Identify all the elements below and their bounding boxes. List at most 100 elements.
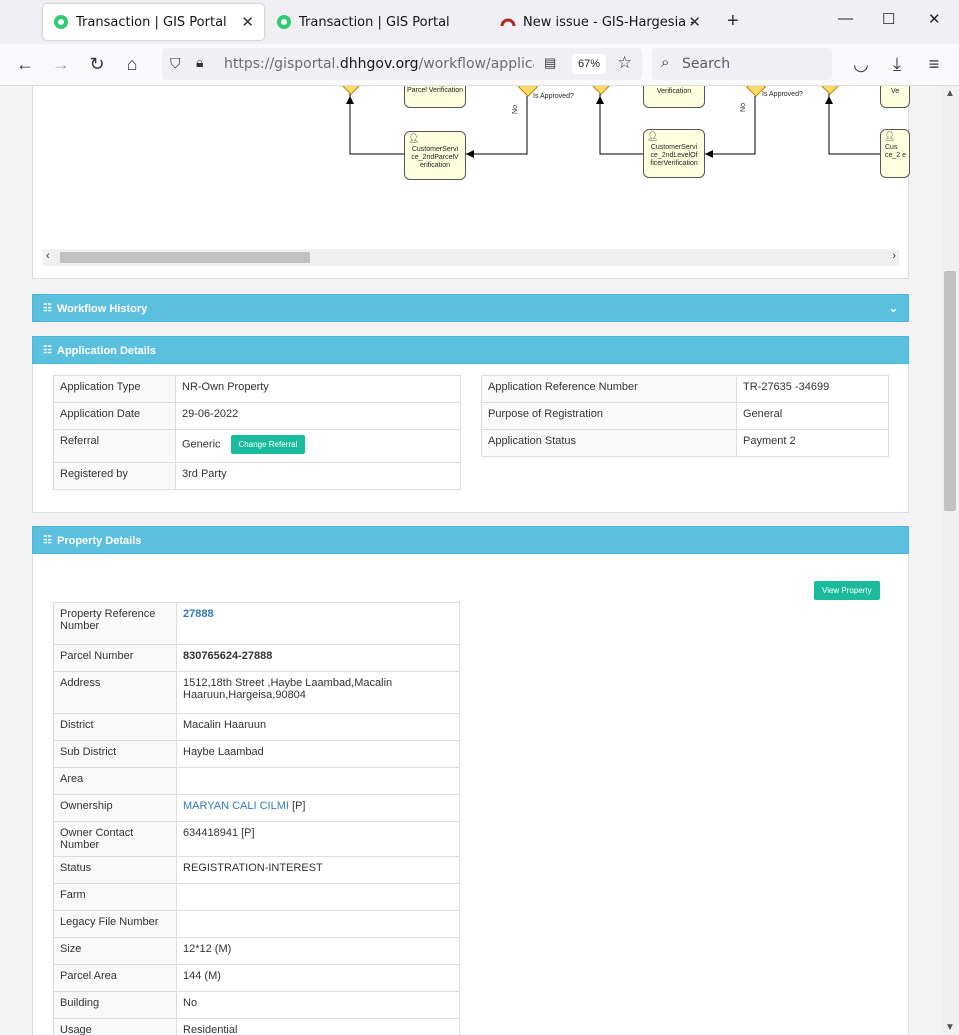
workflow-node[interactable]: Parcel Verification bbox=[404, 86, 466, 108]
redmine-favicon-icon bbox=[500, 18, 516, 27]
panel-title: Workflow History bbox=[57, 303, 148, 315]
field-key: Area bbox=[53, 767, 177, 795]
field-key: Sub District bbox=[53, 740, 177, 768]
reader-view-icon[interactable]: ▤ bbox=[544, 55, 556, 71]
field-key: Purpose of Registration bbox=[481, 402, 737, 430]
workflow-connectors bbox=[346, 91, 881, 158]
change-referral-button[interactable]: Change Referral bbox=[230, 435, 306, 454]
field-value: 634418941 [P] bbox=[176, 821, 460, 857]
tab-transaction-2[interactable]: Transaction | GIS Portal bbox=[266, 4, 487, 40]
property-details-header[interactable]: ☷ Property Details bbox=[32, 526, 909, 554]
edge-label: No bbox=[511, 105, 519, 114]
table-row: Application Status Payment 2 bbox=[481, 429, 889, 457]
list-icon: ☷ bbox=[43, 303, 52, 314]
chevron-down-icon[interactable]: ⌄ bbox=[889, 295, 898, 323]
list-icon: ☷ bbox=[43, 345, 52, 356]
search-input[interactable]: ⌕ Search bbox=[652, 48, 832, 80]
table-row: Owner Contact Number 634418941 [P] bbox=[53, 821, 460, 857]
application-details-left-table: Application Type NR-Own Property Applicat… bbox=[53, 375, 461, 490]
table-row: Parcel Area 144 (M) bbox=[53, 964, 460, 992]
bookmark-star-icon[interactable]: ☆ bbox=[617, 53, 632, 73]
zoom-level[interactable]: 67% bbox=[572, 54, 606, 74]
field-key: Application Status bbox=[481, 429, 737, 457]
field-value: TR-27635 -34699 bbox=[736, 375, 889, 403]
close-tab-icon[interactable]: ✕ bbox=[688, 13, 701, 31]
close-tab-icon[interactable]: ✕ bbox=[241, 13, 254, 31]
close-window-icon[interactable]: ✕ bbox=[928, 10, 941, 28]
field-key: Owner Contact Number bbox=[53, 821, 177, 857]
diagram-horizontal-scrollbar[interactable]: ‹ › bbox=[43, 249, 899, 266]
nav-bar: ← → ↻ ⌂ ⛉ 🔒︎ https://gisportal.dhhgov.or… bbox=[0, 44, 959, 86]
field-value bbox=[176, 883, 460, 911]
owner-link[interactable]: MARYAN CALI CILMI bbox=[183, 800, 289, 812]
url-bar[interactable]: ⛉ 🔒︎ https://gisportal.dhhgov.org/workfl… bbox=[162, 48, 642, 80]
scroll-down-icon[interactable]: ▼ bbox=[945, 1022, 955, 1033]
table-row: Application Type NR-Own Property bbox=[53, 375, 461, 403]
menu-icon[interactable]: ≡ bbox=[924, 54, 944, 74]
new-tab-icon[interactable]: + bbox=[727, 10, 739, 33]
table-row: Registered by 3rd Party bbox=[53, 462, 461, 490]
maximize-icon[interactable]: ☐ bbox=[882, 10, 895, 28]
tab-transaction-1[interactable]: Transaction | GIS Portal ✕ bbox=[43, 4, 264, 40]
scroll-right-icon[interactable]: › bbox=[892, 250, 896, 262]
tab-new-issue[interactable]: New issue - GIS-Hargesia - Team ✕ bbox=[490, 4, 711, 40]
workflow-node[interactable]: 👤︎ Cus ce_2 e bbox=[880, 129, 910, 178]
scroll-left-icon[interactable]: ‹ bbox=[46, 250, 50, 262]
workflow-history-header[interactable]: ☷ Workflow History ⌄ bbox=[32, 294, 909, 322]
workflow-node[interactable]: Verification bbox=[643, 86, 705, 108]
user-task-icon: 👤︎ bbox=[408, 133, 420, 143]
application-details-right-table: Application Reference Number TR-27635 -34… bbox=[481, 375, 889, 457]
table-row: Usage Residential bbox=[53, 1018, 460, 1035]
owner-suffix: [P] bbox=[288, 800, 306, 812]
scroll-up-icon[interactable]: ▲ bbox=[945, 88, 955, 99]
workflow-node[interactable]: Ve bbox=[880, 86, 910, 108]
lock-icon[interactable]: 🔒︎ bbox=[196, 54, 203, 71]
shield-icon[interactable]: ⛉ bbox=[170, 55, 181, 72]
forward-icon[interactable]: → bbox=[51, 54, 71, 74]
property-details-table: Property Reference Number 27888 Parcel Nu… bbox=[53, 602, 460, 1035]
table-row: Referral Generic Change Referral bbox=[53, 429, 461, 463]
field-value: Generic bbox=[182, 438, 221, 451]
tab-title: New issue - GIS-Hargesia - Team bbox=[523, 14, 693, 30]
field-key: Status bbox=[53, 856, 177, 884]
table-row: Purpose of Registration General bbox=[481, 402, 889, 430]
table-row: Application Date 29-06-2022 bbox=[53, 402, 461, 430]
view-property-button[interactable]: View Property bbox=[814, 581, 880, 600]
table-row: Legacy File Number bbox=[53, 910, 460, 938]
field-key: Parcel Number bbox=[53, 644, 177, 672]
table-row: Sub District Haybe Laambad bbox=[53, 740, 460, 768]
field-key: Application Date bbox=[53, 402, 176, 430]
panel-title: Property Details bbox=[57, 535, 142, 547]
home-icon[interactable]: ⌂ bbox=[122, 54, 142, 74]
reload-icon[interactable]: ↻ bbox=[87, 54, 107, 74]
field-value: 1512,18th Street ,Haybe Laambad,Macalin … bbox=[176, 671, 460, 714]
url-text[interactable]: https://gisportal.dhhgov.org/workflow/ap… bbox=[224, 56, 534, 72]
list-icon: ☷ bbox=[43, 535, 52, 546]
tab-bar: Transaction | GIS Portal ✕ Transaction |… bbox=[0, 0, 959, 44]
back-icon[interactable]: ← bbox=[15, 54, 35, 74]
gateway-label: Is Approved? bbox=[533, 93, 574, 100]
field-key: Property Reference Number bbox=[53, 602, 177, 645]
workflow-diagram: Parcel Verification 👤︎ CustomerServi ce_… bbox=[32, 86, 910, 279]
workflow-node[interactable]: 👤︎ CustomerServi ce_2ndLevelOf ficerVeri… bbox=[643, 129, 705, 178]
scrollbar-thumb[interactable] bbox=[60, 252, 310, 263]
scrollbar-thumb[interactable] bbox=[944, 271, 956, 511]
table-row: Farm bbox=[53, 883, 460, 911]
table-row: Building No bbox=[53, 991, 460, 1019]
pocket-icon[interactable]: ◡ bbox=[851, 54, 871, 74]
field-key: Application Type bbox=[53, 375, 176, 403]
download-icon[interactable]: ⤓ bbox=[887, 54, 907, 74]
field-key: Application Reference Number bbox=[481, 375, 737, 403]
application-details-header[interactable]: ☷ Application Details bbox=[32, 336, 909, 364]
property-reference-link[interactable]: 27888 bbox=[183, 608, 214, 620]
field-key: Farm bbox=[53, 883, 177, 911]
field-value bbox=[176, 767, 460, 795]
field-value: No bbox=[176, 991, 460, 1019]
field-key: Building bbox=[53, 991, 177, 1019]
edge-label: No bbox=[739, 103, 747, 112]
referral-cell: Generic Change Referral bbox=[175, 429, 461, 463]
search-icon: ⌕ bbox=[661, 54, 670, 71]
minimize-icon[interactable]: — bbox=[838, 10, 853, 27]
workflow-node[interactable]: 👤︎ CustomerServi ce_2ndParcelV erificati… bbox=[404, 131, 466, 180]
page-vertical-scrollbar[interactable]: ▲ ▼ bbox=[941, 86, 959, 1035]
